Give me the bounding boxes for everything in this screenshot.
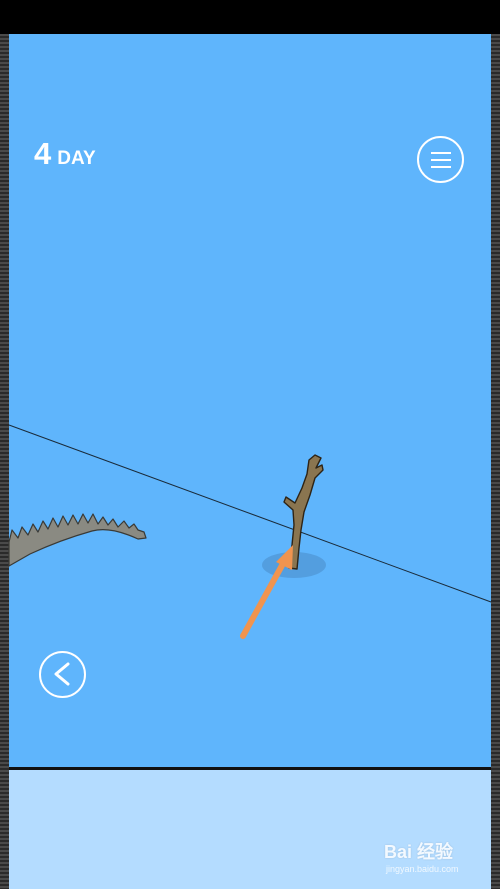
day-number: 4 (34, 136, 52, 171)
hamburger-menu-icon (430, 151, 451, 154)
day-counter: 4 DAY (34, 136, 96, 172)
scene-illustration (8, 424, 492, 686)
spiky-creature (8, 513, 147, 567)
day-label: DAY (57, 148, 96, 169)
watermark-brand: Bai 经验 (384, 842, 454, 862)
watermark-url: jingyan.baidu.com (386, 864, 459, 874)
menu-button[interactable] (417, 136, 464, 183)
horizon-line (8, 424, 492, 603)
phone-screen: 4 DAY Bai 经验 jingyan.baidu.com (0, 0, 500, 889)
back-button[interactable] (39, 651, 86, 698)
